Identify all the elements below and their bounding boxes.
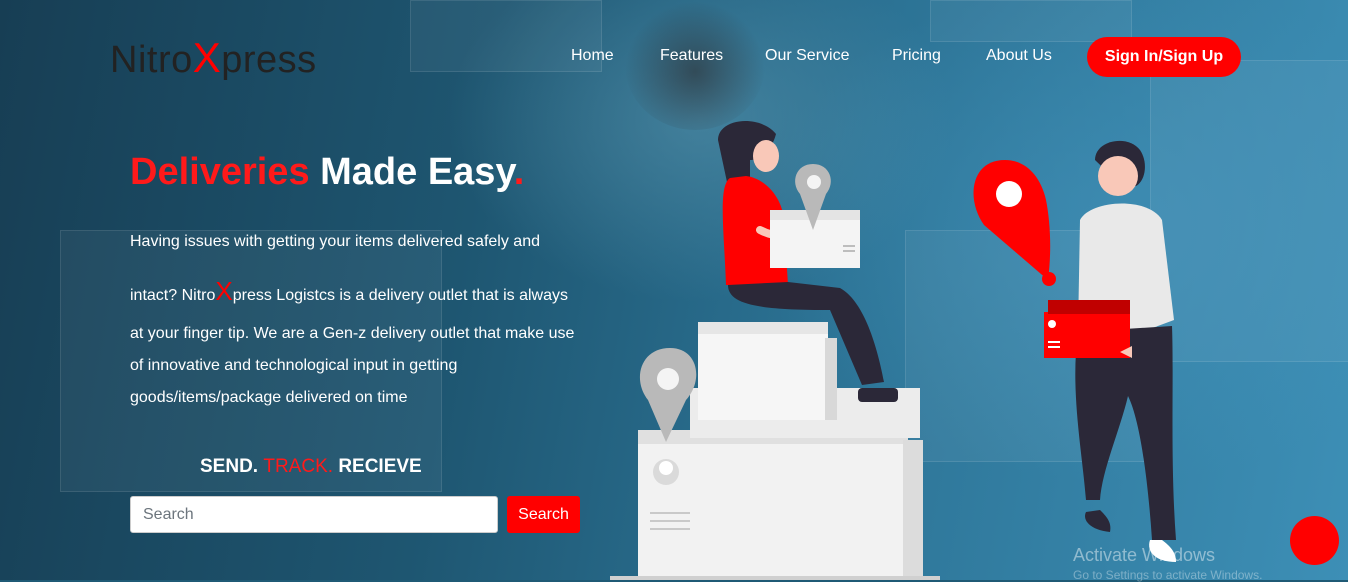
search-button[interactable]: Search bbox=[507, 496, 580, 533]
chat-bubble-button[interactable] bbox=[1290, 516, 1339, 565]
nav-pricing[interactable]: Pricing bbox=[892, 47, 941, 65]
paragraph-text: press Logistcs is a delivery outlet that… bbox=[232, 287, 568, 304]
tagline: SEND. TRACK. RECIEVE bbox=[200, 456, 422, 478]
activate-windows-watermark: Activate Windows bbox=[1073, 545, 1216, 565]
tagline-send: SEND. bbox=[200, 456, 264, 477]
nav-home[interactable]: Home bbox=[571, 47, 614, 65]
hero-paragraph-line: of innovative and technological input in… bbox=[130, 357, 458, 374]
hero-headline: Deliveries Made Easy. bbox=[130, 151, 524, 194]
headline-rest: Made Easy bbox=[309, 151, 514, 193]
paragraph-brand-x: X bbox=[215, 276, 233, 306]
brand-name-part2: press bbox=[221, 39, 317, 81]
paragraph-text: intact? Nitro bbox=[130, 287, 216, 304]
brand-logo[interactable]: NitroXpress bbox=[110, 34, 317, 82]
tagline-track: TRACK. bbox=[263, 456, 339, 477]
delivery-illustration bbox=[610, 121, 1176, 580]
nav-features[interactable]: Features bbox=[660, 47, 723, 65]
sign-in-button[interactable]: Sign In/Sign Up bbox=[1087, 37, 1241, 77]
brand-name-part1: Nitro bbox=[110, 39, 193, 81]
package-icon bbox=[1044, 300, 1132, 358]
nav-our-service[interactable]: Our Service bbox=[765, 47, 849, 65]
tagline-receive: RECIEVE bbox=[338, 456, 422, 477]
nav-about-us[interactable]: About Us bbox=[986, 47, 1052, 65]
package-icon bbox=[770, 164, 860, 268]
hero-paragraph-line: goods/items/package delivered on time bbox=[130, 389, 408, 406]
hero-paragraph-line: intact? NitroXpress Logistcs is a delive… bbox=[130, 276, 568, 307]
hero-paragraph-line: Having issues with getting your items de… bbox=[130, 233, 540, 250]
background-box bbox=[930, 0, 1132, 42]
headline-dot: . bbox=[513, 151, 525, 193]
location-pin-icon bbox=[973, 160, 1056, 286]
headline-highlight: Deliveries bbox=[130, 151, 310, 193]
search-input[interactable] bbox=[130, 496, 498, 533]
hero-paragraph-line: at your finger tip. We are a Gen-z deliv… bbox=[130, 325, 575, 342]
brand-name-x: X bbox=[192, 34, 222, 81]
